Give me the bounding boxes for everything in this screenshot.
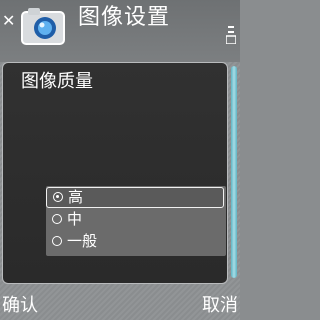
radio-unselected-icon <box>52 236 62 246</box>
close-icon[interactable]: ✕ <box>2 12 15 30</box>
option-medium[interactable]: 中 <box>46 210 224 231</box>
confirm-softkey[interactable]: 确认 <box>2 292 38 320</box>
option-high[interactable]: 高 <box>46 187 224 208</box>
option-label: 一般 <box>67 232 98 250</box>
option-normal[interactable]: 一般 <box>46 232 224 253</box>
option-label: 中 <box>67 210 83 228</box>
softkey-bar: 确认 取消 <box>0 292 240 320</box>
page-title: 图像设置 <box>78 5 171 30</box>
radio-selected-icon <box>53 192 63 202</box>
radio-unselected-icon <box>52 214 62 224</box>
screen: ✕ 图像设置 图像质量 高 中 一般 确认 取消 <box>0 0 240 320</box>
camera-icon <box>21 8 65 45</box>
option-label: 高 <box>68 188 84 206</box>
scrollbar-thumb[interactable] <box>231 66 237 278</box>
quality-options-list: 高 中 一般 <box>46 186 226 256</box>
options-menu-icon[interactable] <box>226 26 236 44</box>
setting-label: 图像质量 <box>21 71 93 92</box>
title-bar: ✕ 图像设置 <box>0 0 240 62</box>
cancel-softkey[interactable]: 取消 <box>202 292 238 320</box>
scrollbar[interactable] <box>229 62 239 284</box>
